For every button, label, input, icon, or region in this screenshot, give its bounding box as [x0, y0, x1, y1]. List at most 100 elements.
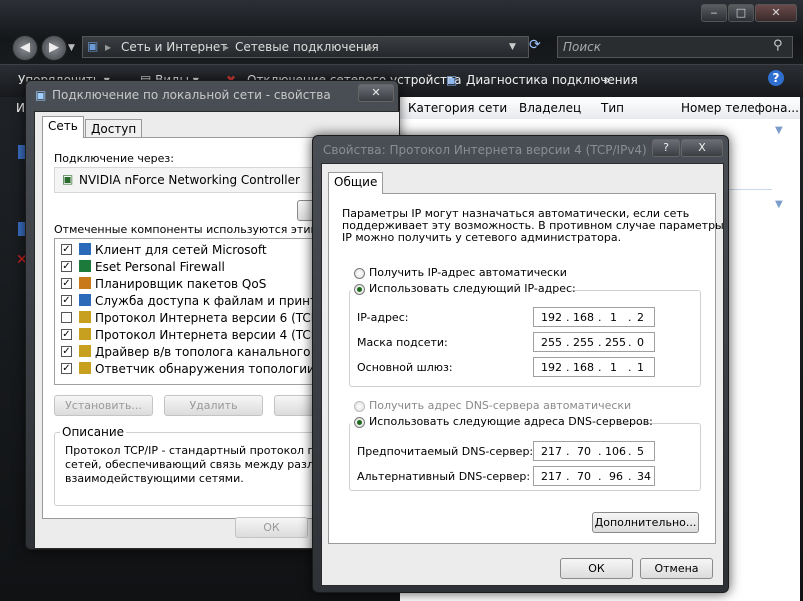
component-icon — [79, 260, 91, 272]
diagnose-icon: ▣ — [446, 73, 458, 87]
tab-network[interactable]: Сеть — [42, 116, 84, 138]
tab-general[interactable]: Общие — [328, 172, 384, 194]
column-type[interactable]: Тип — [601, 101, 624, 115]
octet-dot: . — [566, 445, 570, 458]
general-tab-panel: Параметры IP могут назначаться автоматич… — [328, 193, 724, 544]
more-commands-icon[interactable]: » — [603, 73, 610, 87]
help-button[interactable]: ? — [652, 139, 680, 157]
column-network-category[interactable]: Категория сети — [408, 101, 507, 115]
octet-dot: . — [628, 445, 632, 458]
octet-dot: . — [566, 311, 570, 324]
minimize-button[interactable]: ‒ — [701, 4, 727, 22]
column-owner[interactable]: Владелец — [519, 101, 581, 115]
network-adapter-icon: ▣ — [62, 172, 74, 186]
history-dropdown-icon[interactable]: ▼ — [68, 43, 75, 53]
install-button[interactable]: Установить... — [54, 395, 153, 416]
ok-button[interactable]: ОК — [560, 558, 633, 579]
octet-dot: . — [598, 311, 602, 324]
address-bar[interactable]: ▣ ▸ Сеть и Интернет ▸ Сетевые подключени… — [82, 36, 529, 58]
breadcrumb-separator-icon: ▸ — [223, 40, 230, 54]
manual-ip-radio[interactable] — [354, 284, 365, 295]
component-checkbox[interactable]: ✓ — [61, 295, 72, 306]
adapter-name: NVIDIA nForce Networking Controller — [79, 173, 300, 187]
auto-ip-radio[interactable] — [354, 268, 365, 279]
search-placeholder: Поиск — [563, 40, 602, 54]
help-icon[interactable]: ? — [768, 70, 784, 86]
octet-dot: . — [566, 361, 570, 374]
forward-button[interactable]: ▶ — [41, 35, 67, 61]
mask-octet-3: 255 — [605, 336, 626, 349]
address-dropdown-icon[interactable]: ▼ — [509, 42, 516, 52]
component-label: Eset Personal Firewall — [95, 260, 225, 274]
octet-dot: . — [628, 470, 632, 483]
component-row[interactable]: Протокол Интернета версии 6 (TCP/IPv6) — [55, 309, 352, 326]
gateway-field[interactable]: 192 . 168 . 1 . 1 — [533, 357, 655, 377]
subnet-mask-field[interactable]: 255 . 255 . 255 . 0 — [533, 332, 655, 352]
close-button[interactable]: X — [681, 139, 723, 157]
preferred-dns-field[interactable]: 217 . 70 . 106 . 5 — [533, 441, 655, 461]
component-checkbox[interactable]: ✓ — [61, 261, 72, 272]
network-adapter-icon: ▣ — [35, 88, 47, 102]
alternate-dns-field[interactable]: 217 . 70 . 96 . 34 — [533, 466, 655, 486]
preferred-dns-label: Предпочитаемый DNS-сервер: — [357, 445, 534, 458]
component-icon — [79, 328, 91, 340]
component-checkbox[interactable]: ✓ — [61, 346, 72, 357]
close-button[interactable]: ✕ — [358, 84, 394, 102]
breadcrumb-separator-icon: ▸ — [105, 40, 112, 54]
breadcrumb-network-internet[interactable]: Сеть и Интернет — [121, 40, 227, 54]
component-checkbox[interactable]: ✓ — [61, 363, 72, 374]
subnet-mask-label: Маска подсети: — [357, 336, 448, 349]
breadcrumb-network-connections[interactable]: Сетевые подключения — [235, 40, 379, 54]
manual-dns-radio[interactable] — [354, 417, 365, 428]
advanced-button[interactable]: Дополнительно... — [592, 512, 699, 533]
component-row[interactable]: ✓ Планировщик пакетов QoS — [55, 275, 317, 292]
manual-dns-label[interactable]: Использовать следующие адреса DNS-сервер… — [369, 415, 653, 428]
ipv4-properties-dialog: Свойства: Протокол Интернета версии 4 (T… — [312, 135, 729, 593]
auto-ip-label[interactable]: Получить IP-адрес автоматически — [369, 266, 567, 279]
ok-button[interactable]: ОК — [235, 517, 308, 538]
manual-ip-label[interactable]: Использовать следующий IP-адрес: — [369, 282, 576, 295]
pdns-octet-1: 217 — [541, 445, 562, 458]
cancel-button[interactable]: Отмена — [640, 558, 713, 579]
auto-dns-label[interactable]: Получить адрес DNS-сервера автоматически — [369, 399, 631, 412]
octet-dot: . — [628, 311, 632, 324]
mask-octet-4: 0 — [637, 336, 644, 349]
ip-address-field[interactable]: 192 . 168 . 1 . 2 — [533, 307, 655, 327]
component-checkbox[interactable]: ✓ — [61, 329, 72, 340]
octet-dot: . — [598, 445, 602, 458]
component-checkbox[interactable] — [61, 312, 72, 323]
component-checkbox[interactable]: ✓ — [61, 278, 72, 289]
pdns-octet-3: 106 — [605, 445, 626, 458]
gw-octet-1: 192 — [541, 361, 562, 374]
close-window-button[interactable]: ✕ — [755, 4, 797, 22]
refresh-icon[interactable]: ⟳ — [529, 37, 541, 53]
component-row[interactable]: ✓ Служба доступа к файлам и принтерам се — [55, 292, 366, 309]
column-phone[interactable]: Номер телефона... — [681, 101, 799, 115]
component-row[interactable]: ✓ Eset Personal Firewall — [55, 258, 317, 275]
component-row[interactable]: ✓ Протокол Интернета версии 4 (TCP/IPv4) — [55, 326, 352, 343]
group-collapse-icon[interactable]: ▼ — [775, 125, 783, 136]
ip-octet-3: 1 — [610, 311, 617, 324]
gw-octet-3: 1 — [610, 361, 617, 374]
search-input[interactable]: Поиск ⚲ — [557, 36, 793, 58]
adns-octet-1: 217 — [541, 470, 562, 483]
component-icon — [79, 345, 91, 357]
auto-dns-radio[interactable] — [354, 401, 365, 412]
uninstall-button[interactable]: Удалить — [164, 395, 263, 416]
maximize-button[interactable]: □ — [728, 4, 754, 22]
component-row[interactable]: ✓ Драйвер в/в тополога канального уровня — [55, 343, 358, 360]
column-name-stub[interactable]: И — [16, 101, 25, 115]
group-collapse-icon[interactable]: ▼ — [775, 199, 783, 210]
diagnose-button[interactable]: Диагностика подключения — [466, 73, 638, 87]
tab-sharing[interactable]: Доступ — [85, 119, 143, 138]
component-checkbox[interactable]: ✓ — [61, 244, 72, 255]
lan-dialog-title: Подключение по локальной сети - свойства — [52, 88, 331, 102]
component-row[interactable]: ✓ Ответчик обнаружения топологии канальн — [55, 360, 371, 377]
ip-octet-1: 192 — [541, 311, 562, 324]
search-icon[interactable]: ⚲ — [773, 38, 783, 53]
octet-dot: . — [598, 470, 602, 483]
mask-octet-1: 255 — [541, 336, 562, 349]
component-label: Клиент для сетей Microsoft — [95, 243, 267, 257]
back-button[interactable]: ◀ — [12, 35, 38, 61]
component-row[interactable]: ✓ Клиент для сетей Microsoft — [55, 241, 317, 258]
